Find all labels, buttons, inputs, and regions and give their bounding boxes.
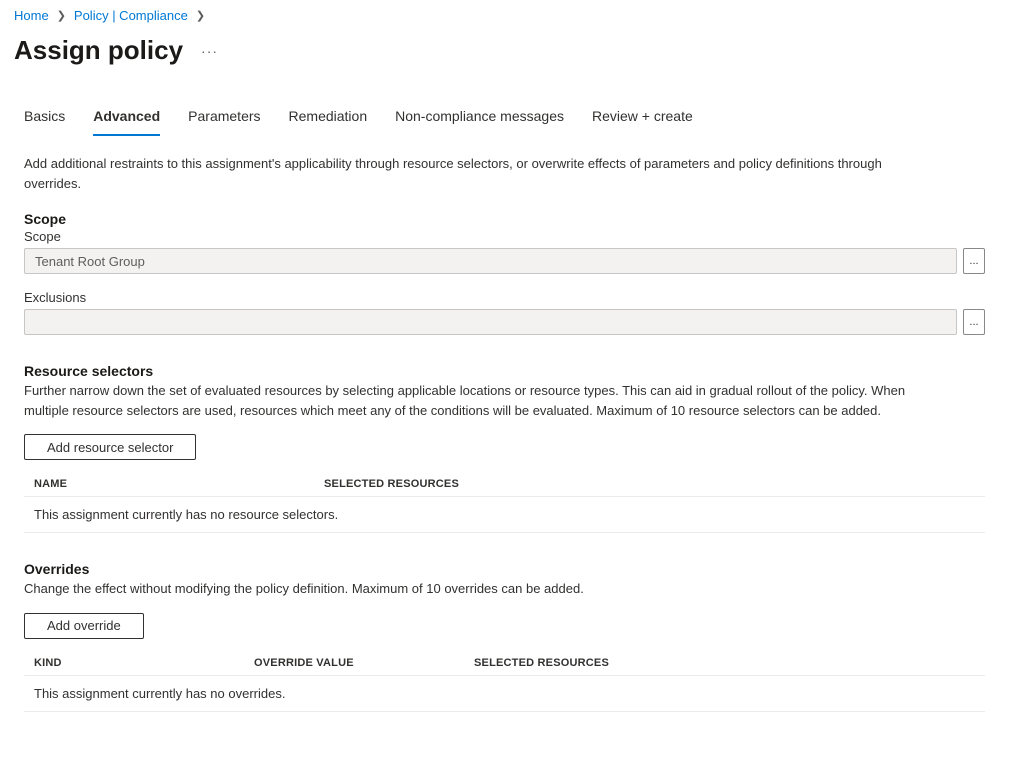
scope-label: Scope bbox=[24, 229, 985, 244]
breadcrumb: Home ❯ Policy | Compliance ❯ bbox=[0, 0, 1009, 31]
resource-selectors-table: NAME SELECTED RESOURCES This assignment … bbox=[24, 472, 985, 533]
resource-selectors-heading: Resource selectors bbox=[24, 363, 985, 379]
page-title: Assign policy bbox=[14, 35, 183, 66]
tab-parameters[interactable]: Parameters bbox=[188, 102, 260, 136]
more-horizontal-icon[interactable]: ··· bbox=[201, 43, 218, 59]
breadcrumb-policy-compliance[interactable]: Policy | Compliance bbox=[74, 8, 188, 23]
exclusions-input[interactable] bbox=[24, 309, 957, 335]
scope-section: Scope Scope ... Exclusions ... bbox=[24, 211, 985, 335]
column-selected-resources: SELECTED RESOURCES bbox=[324, 478, 975, 490]
column-kind: KIND bbox=[34, 657, 254, 669]
scope-picker-button[interactable]: ... bbox=[963, 248, 985, 274]
intro-text: Add additional restraints to this assign… bbox=[24, 154, 924, 193]
table-header: KIND OVERRIDE VALUE SELECTED RESOURCES bbox=[24, 651, 985, 676]
tab-bar: Basics Advanced Parameters Remediation N… bbox=[0, 80, 1009, 136]
chevron-right-icon: ❯ bbox=[196, 9, 205, 22]
scope-heading: Scope bbox=[24, 211, 985, 227]
ellipsis-icon: ... bbox=[969, 316, 978, 328]
add-resource-selector-button[interactable]: Add resource selector bbox=[24, 434, 196, 460]
exclusions-label: Exclusions bbox=[24, 290, 985, 305]
page-header: Assign policy ··· bbox=[0, 31, 1009, 80]
overrides-table: KIND OVERRIDE VALUE SELECTED RESOURCES T… bbox=[24, 651, 985, 712]
table-header: NAME SELECTED RESOURCES bbox=[24, 472, 985, 497]
column-selected-resources: SELECTED RESOURCES bbox=[474, 657, 975, 669]
tab-non-compliance[interactable]: Non-compliance messages bbox=[395, 102, 564, 136]
chevron-right-icon: ❯ bbox=[57, 9, 66, 22]
overrides-heading: Overrides bbox=[24, 561, 985, 577]
tab-basics[interactable]: Basics bbox=[24, 102, 65, 136]
overrides-empty: This assignment currently has no overrid… bbox=[24, 676, 985, 712]
content-area: Add additional restraints to this assign… bbox=[0, 136, 1009, 730]
overrides-section: Overrides Change the effect without modi… bbox=[24, 561, 985, 712]
column-name: NAME bbox=[34, 478, 324, 490]
column-override-value: OVERRIDE VALUE bbox=[254, 657, 474, 669]
ellipsis-icon: ... bbox=[969, 255, 978, 267]
tab-review-create[interactable]: Review + create bbox=[592, 102, 693, 136]
overrides-desc: Change the effect without modifying the … bbox=[24, 579, 924, 599]
tab-advanced[interactable]: Advanced bbox=[93, 102, 160, 136]
add-override-button[interactable]: Add override bbox=[24, 613, 144, 639]
resource-selectors-section: Resource selectors Further narrow down t… bbox=[24, 363, 985, 533]
scope-input[interactable] bbox=[24, 248, 957, 274]
tab-remediation[interactable]: Remediation bbox=[289, 102, 368, 136]
resource-selectors-empty: This assignment currently has no resourc… bbox=[24, 497, 985, 533]
exclusions-picker-button[interactable]: ... bbox=[963, 309, 985, 335]
breadcrumb-home[interactable]: Home bbox=[14, 8, 49, 23]
resource-selectors-desc: Further narrow down the set of evaluated… bbox=[24, 381, 924, 420]
